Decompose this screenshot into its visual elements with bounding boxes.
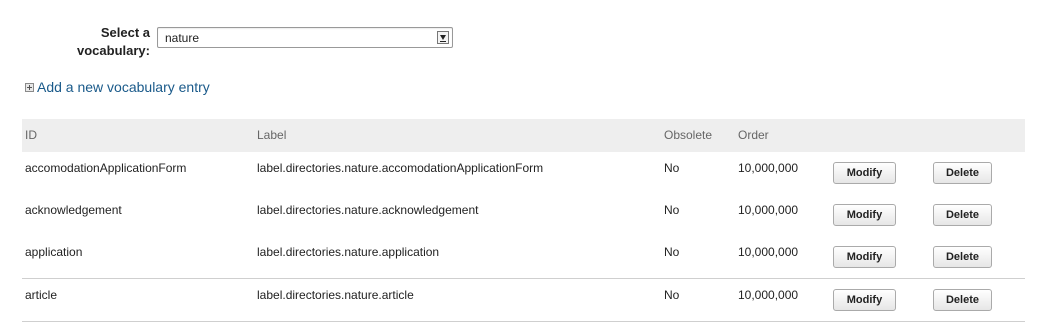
delete-button[interactable]: Delete [933,204,992,226]
row-label: label.directories.nature.acknowledgement [257,203,479,217]
modify-button[interactable]: Modify [833,162,896,184]
row-label: label.directories.nature.accomodationApp… [257,161,544,175]
row-id: article [25,288,58,302]
modify-button[interactable]: Modify [833,204,896,226]
row-order: 10,000,000 [738,288,799,302]
row-label: label.directories.nature.application [257,245,440,259]
header-label: Label [257,128,287,142]
delete-button[interactable]: Delete [933,246,992,268]
delete-button[interactable]: Delete [933,162,992,184]
row-id: application [25,245,83,259]
table-row: application label.directories.nature.app… [22,236,1025,278]
row-id: acknowledgement [25,203,122,217]
add-vocabulary-entry-label[interactable]: Add a new vocabulary entry [37,79,210,95]
row-obsolete: No [664,245,680,259]
vocabulary-selector: Select a vocabulary: nature [0,24,470,64]
header-obsolete: Obsolete [664,128,713,142]
table-header: ID Label Obsolete Order [22,119,1025,152]
plus-box-icon [25,82,34,92]
header-order: Order [738,128,769,142]
vocabulary-select-value: nature [165,31,200,45]
add-vocabulary-entry-link[interactable]: Add a new vocabulary entry [25,79,210,95]
row-order: 10,000,000 [738,161,799,175]
row-id: accomodationApplicationForm [25,161,187,175]
row-order: 10,000,000 [738,203,799,217]
row-obsolete: No [664,161,680,175]
header-id: ID [25,128,37,142]
modify-button[interactable]: Modify [833,289,896,311]
vocabulary-select[interactable]: nature [157,27,453,48]
row-obsolete: No [664,203,680,217]
modify-button[interactable]: Modify [833,246,896,268]
delete-button[interactable]: Delete [933,289,992,311]
chevron-down-icon[interactable] [437,31,449,44]
table-row: article label.directories.nature.article… [22,278,1025,321]
table-row: accomodationApplicationForm label.direct… [22,152,1025,194]
vocabulary-table: ID Label Obsolete Order accomodationAppl… [22,119,1025,322]
row-order: 10,000,000 [738,245,799,259]
table-row: acknowledgement label.directories.nature… [22,194,1025,236]
row-obsolete: No [664,288,680,302]
vocabulary-select-label: Select a vocabulary: [77,25,150,58]
row-label: label.directories.nature.article [257,288,414,302]
